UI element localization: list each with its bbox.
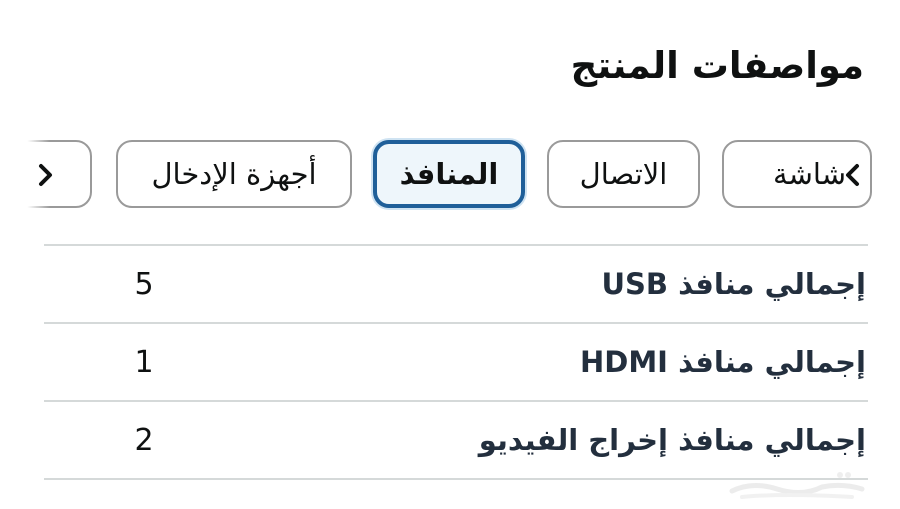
spec-table: 5 إجمالي منافذ USB 1 إجمالي منافذ HDMI 2… [44,244,868,480]
tab-input-devices[interactable]: أجهزة الإدخال [116,140,352,208]
tab-ports[interactable]: المنافذ [373,140,525,208]
haraj-logo-icon [729,472,865,499]
tab-ports-label: المنافذ [399,157,499,191]
tab-input-devices-label: أجهزة الإدخال [151,157,317,191]
tab-connectivity[interactable]: الاتصال [547,140,700,208]
table-row: 5 إجمالي منافذ USB [44,244,868,322]
chevron-right-icon[interactable] [838,158,868,192]
page-title: مواصفات المنتج [570,44,864,87]
table-row: 1 إجمالي منافذ HDMI [44,322,868,400]
tab-connectivity-label: الاتصال [579,157,668,191]
chevron-left-icon[interactable] [30,158,60,192]
spec-value: 5 [134,266,154,302]
tab-display-label: شاشة [773,157,846,191]
spec-value: 2 [134,422,154,458]
spec-label: إجمالي منافذ HDMI [579,345,866,379]
spec-label: إجمالي منافذ إخراج الفيديو [478,423,866,457]
spec-tabs: ا أجهزة الإدخال المنافذ الاتصال شاشة [0,130,900,220]
spec-label: إجمالي منافذ USB [601,267,866,301]
spec-value: 1 [134,344,154,380]
